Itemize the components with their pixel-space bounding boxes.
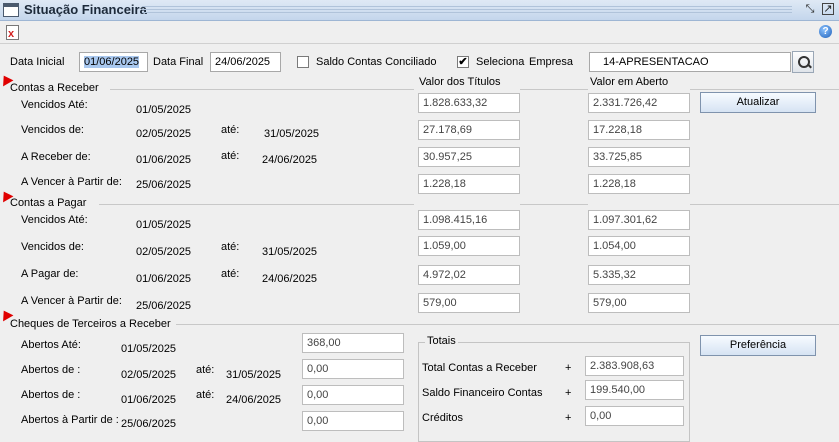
row-ate: até: (221, 241, 240, 253)
row-date: 25/06/2025 (121, 418, 177, 430)
row-date: 01/06/2025 (121, 394, 177, 406)
saldo-conciliado-label: Saldo Contas Conciliado (316, 56, 437, 68)
row-date: 02/05/2025 (136, 246, 192, 258)
row-date-end: 31/05/2025 (226, 369, 282, 381)
row-label: A Vencer à Partir de: (21, 176, 122, 188)
title-stripe (142, 6, 792, 14)
total-sign: + (565, 362, 572, 374)
section-cheques: Cheques de Terceiros a Receber (10, 318, 171, 330)
seleciona-label: Seleciona (476, 56, 525, 68)
search-button[interactable] (792, 51, 814, 73)
minimize-icon[interactable]: ⤡ (804, 3, 816, 15)
empresa-label: Empresa (529, 56, 574, 68)
creditos-valor: 0,00 (585, 406, 684, 426)
total-contas-receber-valor: 2.383.908,63 (585, 356, 684, 376)
row-date: 02/05/2025 (121, 369, 177, 381)
atualizar-button[interactable]: Atualizar (700, 92, 816, 113)
data-inicial-label: Data Inicial (10, 56, 65, 68)
total-sign: + (565, 412, 572, 424)
data-final-label: Data Final (153, 56, 204, 68)
row-label: Abertos de : (21, 389, 81, 401)
row-date: 01/05/2025 (136, 104, 192, 116)
empresa-input[interactable]: 14-APRESENTACAO (589, 52, 791, 72)
pagar-a-pagar-titulos: 4.972,02 (418, 265, 520, 285)
section-divider (99, 204, 414, 205)
receber-vencidos-ate-aberto: 2.331.726,42 (588, 93, 690, 113)
row-date: 25/06/2025 (136, 300, 192, 312)
col-valor-aberto: Valor em Aberto (590, 76, 669, 88)
section-divider (176, 324, 839, 325)
receber-a-receber-titulos: 30.957,25 (418, 147, 520, 167)
row-label: Vencidos Até: (21, 99, 88, 111)
cheques-a-partir-valor: 0,00 (302, 411, 404, 431)
receber-a-vencer-aberto: 1.228,18 (588, 174, 690, 194)
section-contas-pagar: Contas a Pagar (10, 197, 87, 209)
section-divider (110, 89, 414, 90)
pagar-vencidos-de-aberto: 1.054,00 (588, 236, 690, 256)
row-date: 01/06/2025 (136, 273, 192, 285)
col-valor-titulos: Valor dos Títulos (419, 76, 501, 88)
pagar-a-pagar-aberto: 5.335,32 (588, 265, 690, 285)
row-label: Vencidos Até: (21, 214, 88, 226)
row-date: 25/06/2025 (136, 179, 192, 191)
totais-title: Totais (425, 335, 458, 347)
row-label: Abertos de : (21, 364, 81, 376)
total-sign: + (565, 387, 572, 399)
receber-vencidos-de-aberto: 17.228,18 (588, 120, 690, 140)
saldo-financeiro-valor: 199.540,00 (585, 380, 684, 400)
row-date-end: 24/06/2025 (262, 273, 318, 285)
cheques-abertos-ate-valor: 368,00 (302, 333, 404, 353)
maximize-icon[interactable]: ↗ (822, 3, 834, 15)
row-date-end: 24/06/2025 (226, 394, 282, 406)
receber-vencidos-ate-titulos: 1.828.633,32 (418, 93, 520, 113)
section-contas-receber: Contas a Receber (10, 82, 99, 94)
row-date: 01/05/2025 (121, 343, 177, 355)
receber-vencidos-de-titulos: 27.178,69 (418, 120, 520, 140)
close-document-icon[interactable]: x (6, 25, 19, 40)
pagar-a-vencer-titulos: 579,00 (418, 293, 520, 313)
row-ate: até: (196, 389, 215, 401)
pagar-vencidos-ate-aberto: 1.097.301,62 (588, 210, 690, 230)
row-ate: até: (221, 268, 240, 280)
row-label: Vencidos de: (21, 124, 84, 136)
row-label: Vencidos de: (21, 241, 84, 253)
row-date: 02/05/2025 (136, 128, 192, 140)
window-title: Situação Financeira (24, 2, 147, 17)
row-label: A Pagar de: (21, 268, 79, 280)
data-inicial-input[interactable]: 01/06/2025 (79, 52, 148, 72)
cheques-abertos-de-2-valor: 0,00 (302, 385, 404, 405)
cheques-abertos-de-1-valor: 0,00 (302, 359, 404, 379)
row-date-end: 31/05/2025 (264, 128, 320, 140)
row-label: A Vencer à Partir de: (21, 295, 122, 307)
row-date: 01/05/2025 (136, 219, 192, 231)
window-icon (3, 3, 19, 17)
row-label: Abertos à Partir de : (21, 414, 119, 426)
row-ate: até: (221, 124, 240, 136)
section-divider (690, 204, 839, 205)
pagar-a-vencer-aberto: 579,00 (588, 293, 690, 313)
section-divider (690, 89, 839, 90)
total-label: Saldo Financeiro Contas (422, 387, 543, 399)
total-label: Créditos (422, 412, 463, 424)
row-date-end: 31/05/2025 (262, 246, 318, 258)
row-ate: até: (221, 150, 240, 162)
row-ate: até: (196, 364, 215, 376)
saldo-conciliado-checkbox[interactable] (297, 56, 309, 68)
preferencia-button[interactable]: Preferência (700, 335, 816, 356)
section-divider (520, 89, 588, 90)
row-date-end: 24/06/2025 (262, 154, 318, 166)
receber-a-vencer-titulos: 1.228,18 (418, 174, 520, 194)
row-label: A Receber de: (21, 151, 91, 163)
seleciona-checkbox[interactable]: ✔ (457, 56, 469, 68)
row-date: 01/06/2025 (136, 154, 192, 166)
total-label: Total Contas a Receber (422, 362, 537, 374)
pagar-vencidos-ate-titulos: 1.098.415,16 (418, 210, 520, 230)
toolbar (0, 21, 839, 44)
help-icon[interactable]: ? (819, 25, 832, 38)
row-label: Abertos Até: (21, 339, 81, 351)
pagar-vencidos-de-titulos: 1.059,00 (418, 236, 520, 256)
receber-a-receber-aberto: 33.725,85 (588, 147, 690, 167)
section-divider (520, 204, 588, 205)
data-final-input[interactable]: 24/06/2025 (210, 52, 281, 72)
